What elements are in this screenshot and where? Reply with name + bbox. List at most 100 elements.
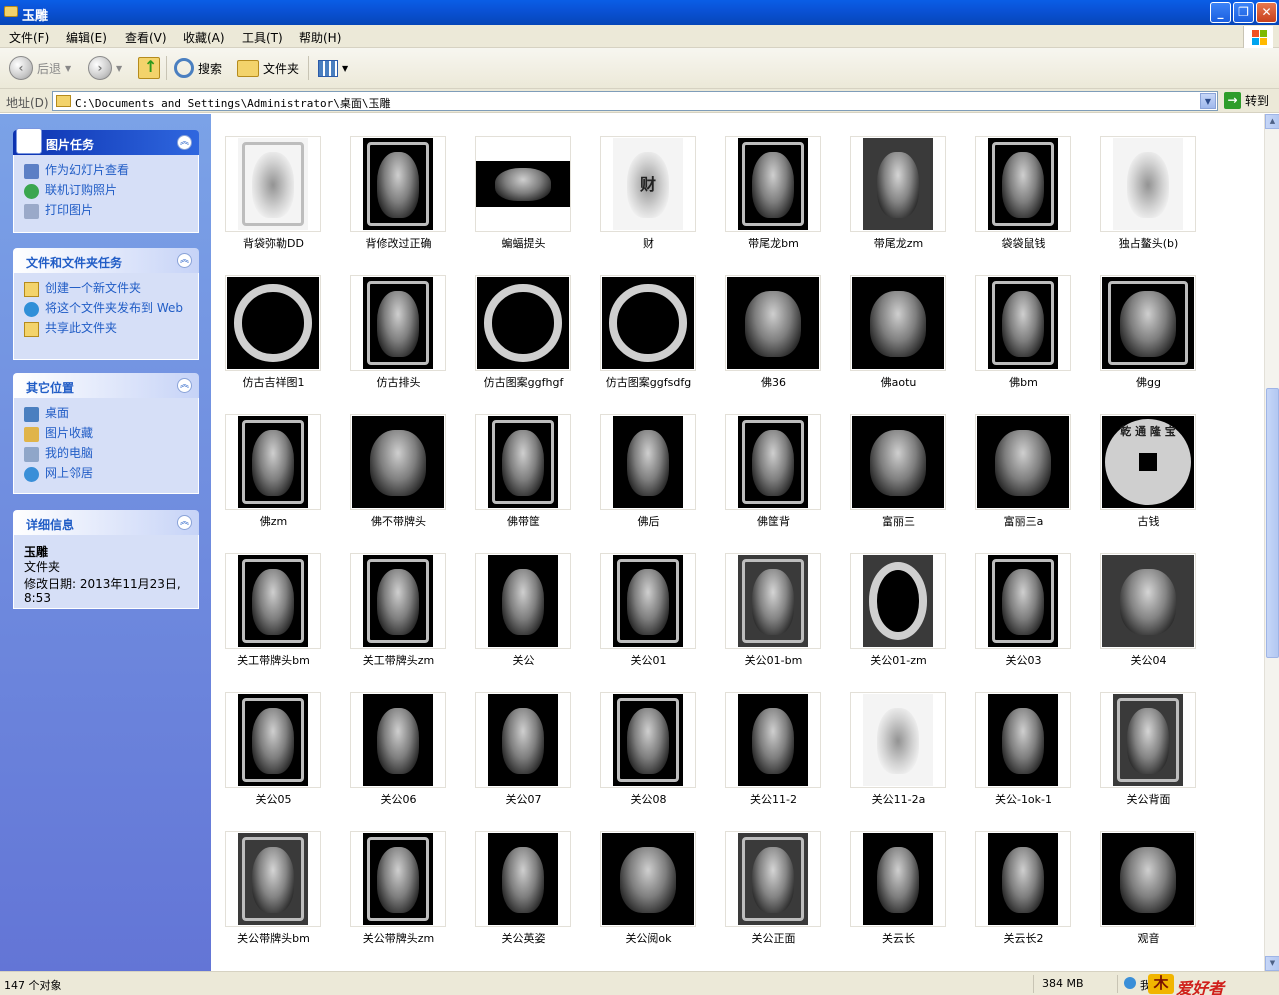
collapse-chevron-icon[interactable]: ︽ bbox=[177, 515, 192, 530]
menu-favorites[interactable]: 收藏(A) bbox=[183, 29, 225, 46]
file-thumbnail[interactable]: 关公带牌头zm bbox=[336, 809, 461, 945]
task-print[interactable]: 打印图片 bbox=[24, 203, 188, 219]
file-thumbnail[interactable]: 财财 bbox=[586, 114, 711, 250]
file-thumbnail[interactable]: 关公 bbox=[461, 531, 586, 667]
menu-tools[interactable]: 工具(T) bbox=[242, 29, 283, 46]
folders-button[interactable]: 文件夹 bbox=[237, 55, 299, 81]
place-my-pictures[interactable]: 图片收藏 bbox=[24, 426, 188, 442]
address-input[interactable]: C:\Documents and Settings\Administrator\… bbox=[52, 91, 1218, 111]
details-header[interactable]: 详细信息 ︽ bbox=[13, 510, 199, 535]
file-thumbnail[interactable]: 佛aotu bbox=[836, 253, 961, 389]
restore-button[interactable]: ❐ bbox=[1233, 2, 1254, 23]
file-thumbnail[interactable]: 仿古吉祥图1 bbox=[211, 253, 336, 389]
task-share-folder[interactable]: 共享此文件夹 bbox=[24, 321, 188, 337]
thumbnail-frame bbox=[725, 831, 821, 927]
file-thumbnail[interactable]: 富丽三 bbox=[836, 392, 961, 528]
minimize-button[interactable]: _ bbox=[1210, 2, 1231, 23]
file-thumbnail[interactable]: 带尾龙zm bbox=[836, 114, 961, 250]
back-button[interactable]: ‹ 后退 ▼ bbox=[9, 55, 71, 81]
file-thumbnail[interactable]: 佛不带牌头 bbox=[336, 392, 461, 528]
file-thumbnail[interactable]: 佛bm bbox=[961, 253, 1086, 389]
file-thumbnail[interactable]: 关公背面 bbox=[1086, 670, 1211, 806]
place-desktop[interactable]: 桌面 bbox=[24, 406, 188, 422]
file-thumbnail[interactable]: 佛筐背 bbox=[711, 392, 836, 528]
file-thumbnail[interactable]: 关公06 bbox=[336, 670, 461, 806]
file-thumbnail[interactable]: 关公阅ok bbox=[586, 809, 711, 945]
file-thumbnail[interactable]: 佛gg bbox=[1086, 253, 1211, 389]
file-thumbnail[interactable]: 关公08 bbox=[586, 670, 711, 806]
address-dropdown-icon[interactable]: ▼ bbox=[1200, 93, 1216, 109]
file-thumbnail[interactable]: 佛36 bbox=[711, 253, 836, 389]
file-thumbnail[interactable]: 关公11-2a bbox=[836, 670, 961, 806]
file-thumbnail[interactable]: 蝙蝠提头 bbox=[461, 114, 586, 250]
scroll-thumb[interactable] bbox=[1266, 388, 1279, 658]
file-name: 关工带牌头zm bbox=[362, 654, 435, 667]
file-thumbnail[interactable]: 关公-1ok-1 bbox=[961, 670, 1086, 806]
task-new-folder[interactable]: 创建一个新文件夹 bbox=[24, 281, 188, 297]
go-button[interactable]: → 转到 bbox=[1224, 92, 1269, 109]
back-label: 后退 bbox=[37, 61, 62, 76]
file-thumbnail[interactable]: 关公04 bbox=[1086, 531, 1211, 667]
file-thumbnail[interactable]: 独占鳌头(b) bbox=[1086, 114, 1211, 250]
file-thumbnail[interactable]: 袋袋鼠钱 bbox=[961, 114, 1086, 250]
file-thumbnail[interactable]: 关公07 bbox=[461, 670, 586, 806]
file-thumbnail[interactable]: 背修改过正确 bbox=[336, 114, 461, 250]
menu-help[interactable]: 帮助(H) bbox=[299, 29, 341, 46]
task-slideshow[interactable]: 作为幻灯片查看 bbox=[24, 163, 188, 179]
close-button[interactable]: ✕ bbox=[1256, 2, 1277, 23]
file-name: 蝙蝠提头 bbox=[501, 237, 546, 250]
file-thumbnail[interactable]: 乾 通 隆 宝古钱 bbox=[1086, 392, 1211, 528]
file-thumbnail[interactable]: 关云长2 bbox=[961, 809, 1086, 945]
file-thumbnail[interactable]: 关公带牌头bm bbox=[211, 809, 336, 945]
file-thumbnail[interactable]: 观音 bbox=[1086, 809, 1211, 945]
place-my-computer[interactable]: 我的电脑 bbox=[24, 446, 188, 462]
file-tasks-header[interactable]: 文件和文件夹任务 ︽ bbox=[13, 248, 199, 273]
file-thumbnail[interactable]: 佛带筐 bbox=[461, 392, 586, 528]
scroll-down-arrow-icon[interactable]: ▼ bbox=[1265, 956, 1279, 971]
place-network[interactable]: 网上邻居 bbox=[24, 466, 188, 482]
file-thumbnail[interactable]: 关公正面 bbox=[711, 809, 836, 945]
picture-tasks-header[interactable]: 图片任务 ︽ bbox=[13, 128, 199, 155]
jade-carving-image bbox=[863, 138, 933, 230]
menu-view[interactable]: 查看(V) bbox=[125, 29, 167, 46]
collapse-chevron-icon[interactable]: ︽ bbox=[177, 253, 192, 268]
file-thumbnail[interactable]: 带尾龙bm bbox=[711, 114, 836, 250]
task-order-prints[interactable]: 联机订购照片 bbox=[24, 183, 188, 199]
file-thumbnail[interactable]: 佛zm bbox=[211, 392, 336, 528]
file-thumbnail[interactable]: 仿古排头 bbox=[336, 253, 461, 389]
folders-label: 文件夹 bbox=[263, 61, 300, 76]
menu-file[interactable]: 文件(F) bbox=[9, 29, 49, 46]
file-thumbnail[interactable]: 关公03 bbox=[961, 531, 1086, 667]
jade-carving-image bbox=[738, 694, 808, 786]
search-button[interactable]: 搜索 bbox=[174, 55, 222, 81]
file-thumbnail[interactable]: 富丽三a bbox=[961, 392, 1086, 528]
file-thumbnail[interactable]: 关工带牌头bm bbox=[211, 531, 336, 667]
file-thumbnail[interactable]: 关公英姿 bbox=[461, 809, 586, 945]
file-thumbnail[interactable]: 仿古图案ggfhgf bbox=[461, 253, 586, 389]
title-bar[interactable]: 玉雕 _ ❐ ✕ bbox=[0, 0, 1279, 25]
thumbnail-glyph: 财 bbox=[639, 175, 656, 195]
file-thumbnail[interactable]: 关公05 bbox=[211, 670, 336, 806]
thumbnail-frame bbox=[850, 831, 946, 927]
file-thumbnail[interactable]: 背袋弥勒DD bbox=[211, 114, 336, 250]
jade-carving-image bbox=[988, 138, 1058, 230]
file-thumbnail[interactable]: 关公11-2 bbox=[711, 670, 836, 806]
menu-edit[interactable]: 编辑(E) bbox=[66, 29, 107, 46]
views-button[interactable]: ▼ bbox=[318, 55, 348, 81]
forward-button[interactable]: › ▼ bbox=[88, 55, 122, 81]
file-thumbnail[interactable]: 仿古图案ggfsdfg bbox=[586, 253, 711, 389]
vertical-scrollbar[interactable]: ▲ ▼ bbox=[1264, 114, 1279, 971]
file-thumbnail[interactable]: 佛后 bbox=[586, 392, 711, 528]
collapse-chevron-icon[interactable]: ︽ bbox=[177, 135, 192, 150]
collapse-chevron-icon[interactable]: ︽ bbox=[177, 378, 192, 393]
file-thumbnail[interactable]: 关公01 bbox=[586, 531, 711, 667]
file-thumbnail[interactable]: 关工带牌头zm bbox=[336, 531, 461, 667]
scroll-up-arrow-icon[interactable]: ▲ bbox=[1265, 114, 1279, 129]
file-thumbnail[interactable]: 关云长 bbox=[836, 809, 961, 945]
file-thumbnail[interactable]: 关公01-bm bbox=[711, 531, 836, 667]
task-publish-web[interactable]: 将这个文件夹发布到 Web bbox=[24, 301, 188, 317]
file-thumbnail[interactable]: 关公01-zm bbox=[836, 531, 961, 667]
up-folder-button[interactable] bbox=[138, 55, 160, 81]
other-places-header[interactable]: 其它位置 ︽ bbox=[13, 373, 199, 398]
thumbnail-view[interactable]: 背袋弥勒DD 背修改过正确蝙蝠提头 财财带尾龙bm 带尾龙zm 袋袋鼠钱 独占鳌头(b) 仿… bbox=[211, 114, 1264, 971]
